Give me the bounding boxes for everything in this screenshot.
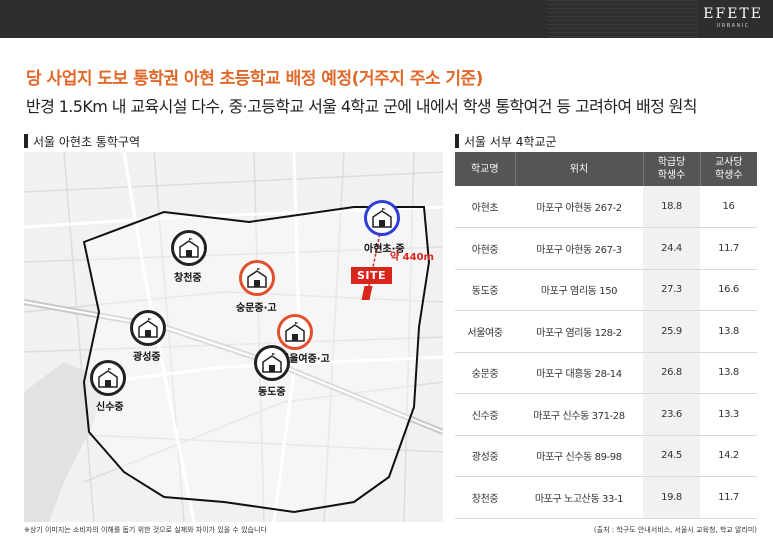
- brand-name: EFETE: [703, 6, 763, 22]
- school-label: 신수중: [96, 402, 124, 413]
- cell-per-teacher: 16.6: [700, 269, 757, 311]
- cell-location: 마포구 대흥동 28-14: [515, 352, 643, 394]
- cell-location: 마포구 염리동 128-2: [515, 310, 643, 353]
- cell-per-class: 18.8: [643, 186, 700, 228]
- table-section-title: 서울 서부 4학교군: [455, 133, 557, 150]
- table-row: 광성중 마포구 신수동 89-98 24.5 14.2: [455, 435, 757, 477]
- school-district-map: 아현초·중 창천중 숭문중·고 광성중 서울여중·고 동도중 신수중 SITE …: [24, 152, 443, 522]
- cell-school: 아현중: [455, 227, 515, 270]
- school-pin-dongdo: [254, 345, 290, 381]
- cell-per-teacher: 13.3: [700, 393, 757, 436]
- school-icon: [179, 238, 199, 258]
- cell-per-teacher: 16: [700, 186, 757, 228]
- school-label: 숭문중·고: [236, 303, 277, 314]
- cell-per-teacher: 13.8: [700, 310, 757, 353]
- school-icon: [98, 368, 118, 388]
- header-students-per-class: 학급당 학생수: [643, 152, 701, 186]
- cell-school: 숭문중: [455, 352, 515, 394]
- table-row: 창천중 마포구 노고산동 33-1 19.8 11.7: [455, 476, 757, 519]
- school-icon: [262, 353, 282, 373]
- school-icon: [372, 208, 392, 228]
- table-row: 서울여중 마포구 염리동 128-2 25.9 13.8: [455, 310, 757, 353]
- cell-per-teacher: 14.2: [700, 435, 757, 477]
- header-students-per-teacher: 교사당 학생수: [700, 152, 757, 186]
- cell-school: 서울여중: [455, 310, 515, 353]
- school-icon: [285, 322, 305, 342]
- school-label: 광성중: [133, 352, 161, 363]
- cell-per-teacher: 11.7: [700, 227, 757, 270]
- cell-school: 신수중: [455, 393, 515, 436]
- cell-per-class: 24.4: [643, 227, 700, 270]
- table-row: 신수중 마포구 신수동 371-28 23.6 13.3: [455, 393, 757, 436]
- cell-school: 동도중: [455, 269, 515, 311]
- cell-per-teacher: 13.8: [700, 352, 757, 394]
- map-section-title: 서울 아현초 통학구역: [24, 133, 140, 150]
- cell-per-class: 26.8: [643, 352, 700, 394]
- source-note: (출처 : 학구도 안내서비스, 서울시 교육청, 학교 알리미): [593, 526, 757, 534]
- cell-school: 광성중: [455, 435, 515, 477]
- school-label: 동도중: [258, 387, 286, 398]
- cell-school: 아현초: [455, 186, 515, 228]
- top-bar: EFETE URBANIC: [0, 0, 773, 38]
- cell-location: 마포구 염리동 150: [515, 269, 643, 311]
- school-table-container: 학교명 위치 학급당 학생수 교사당 학생수 아현초 마포구 아현동 267-2…: [455, 152, 757, 519]
- subheadline: 반경 1.5Km 내 교육시설 다수, 중·고등학교 서울 4학교 군에 내에서…: [26, 97, 698, 116]
- cell-per-class: 23.6: [643, 393, 700, 436]
- cell-location: 마포구 노고산동 33-1: [515, 476, 643, 519]
- cell-location: 마포구 아현동 267-2: [515, 186, 643, 228]
- brand-sub: URBANIC: [716, 23, 750, 29]
- school-table: 학교명 위치 학급당 학생수 교사당 학생수 아현초 마포구 아현동 267-2…: [455, 152, 757, 519]
- cell-per-teacher: 11.7: [700, 476, 757, 519]
- school-icon: [247, 268, 267, 288]
- school-pin-sinsu: [90, 360, 126, 396]
- cell-location: 마포구 신수동 89-98: [515, 435, 643, 477]
- header-location: 위치: [515, 152, 644, 186]
- cell-per-class: 19.8: [643, 476, 700, 519]
- decorative-stripes: [548, 0, 698, 38]
- cell-school: 창천중: [455, 476, 515, 519]
- headline: 당 사업지 도보 통학권 아현 초등학교 배정 예정(거주지 주소 기준): [26, 69, 483, 89]
- school-pin-seoul-girls: [277, 314, 313, 350]
- school-pin-gwangseong: [130, 310, 166, 346]
- school-pin-sungmun: [239, 260, 275, 296]
- school-pin-changcheon: [171, 230, 207, 266]
- footnote: ※상기 이미지는 소비자의 이해를 돕기 위한 것으로 실제와 차이가 있을 수…: [24, 526, 267, 534]
- distance-label: 약 440m: [390, 252, 434, 263]
- cell-location: 마포구 신수동 371-28: [515, 393, 643, 436]
- school-icon: [138, 318, 158, 338]
- table-row: 숭문중 마포구 대흥동 28-14 26.8 13.8: [455, 352, 757, 394]
- school-pin-ahyeon: [364, 200, 400, 236]
- cell-per-class: 24.5: [643, 435, 700, 477]
- table-row: 아현중 마포구 아현동 267-3 24.4 11.7: [455, 227, 757, 270]
- site-badge: SITE: [351, 267, 393, 284]
- header-school: 학교명: [455, 152, 516, 186]
- brand-logo: EFETE URBANIC: [703, 7, 763, 30]
- table-header-row: 학교명 위치 학급당 학생수 교사당 학생수: [455, 152, 757, 186]
- table-row: 아현초 마포구 아현동 267-2 18.8 16: [455, 186, 757, 228]
- table-row: 동도중 마포구 염리동 150 27.3 16.6: [455, 269, 757, 311]
- cell-per-class: 27.3: [643, 269, 700, 311]
- school-label: 창천중: [174, 273, 202, 284]
- cell-location: 마포구 아현동 267-3: [515, 227, 643, 270]
- cell-per-class: 25.9: [643, 310, 700, 353]
